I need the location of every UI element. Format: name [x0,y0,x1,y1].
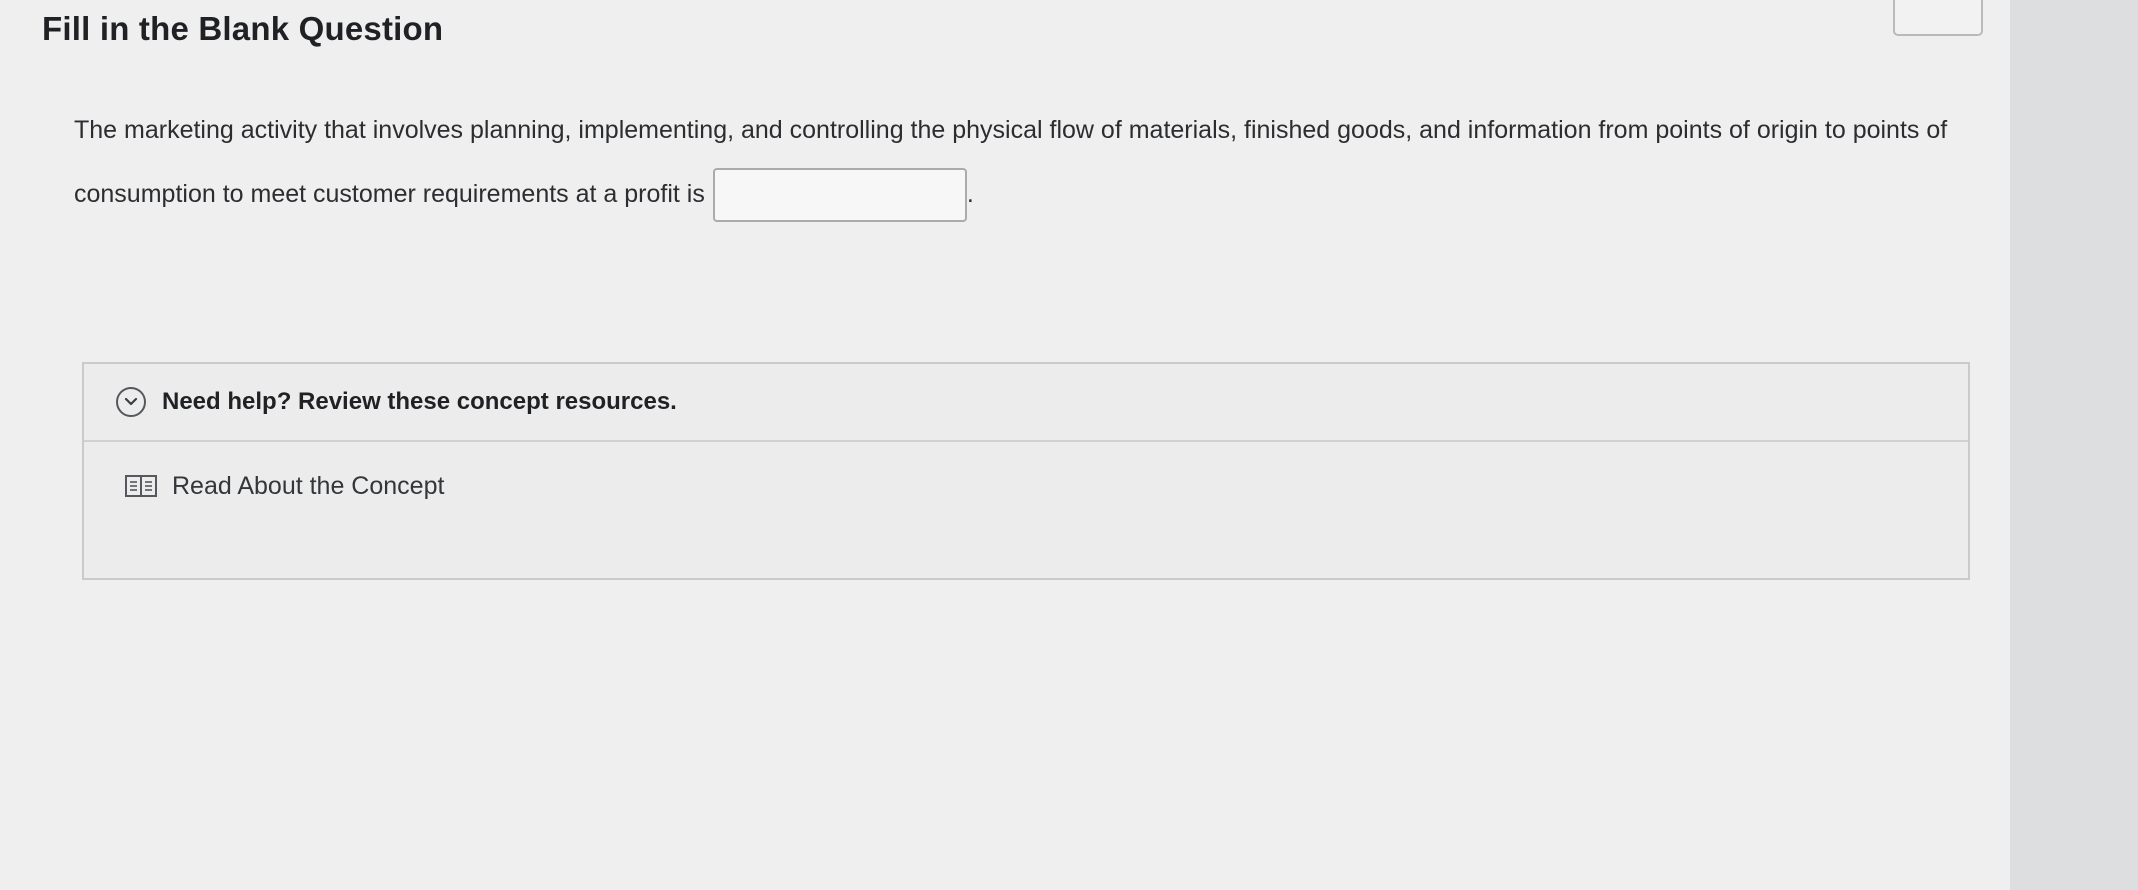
chevron-down-circle-icon [116,387,146,417]
concept-resources-panel: Need help? Review these concept resource… [82,362,1970,580]
concept-resources-toggle[interactable]: Need help? Review these concept resource… [84,364,1968,442]
right-gutter [2010,0,2138,890]
question-trailing-punctuation: . [966,180,974,208]
page-title: Fill in the Blank Question [42,10,444,47]
concept-resources-title: Need help? Review these concept resource… [162,388,677,415]
question-text: The marketing activity that involves pla… [74,116,1948,208]
question-prompt: The marketing activity that involves pla… [74,98,1974,226]
read-about-concept-label: Read About the Concept [172,471,445,500]
book-icon [124,473,158,499]
question-page: Fill in the Blank Question The marketing… [0,0,2010,890]
read-about-concept-link[interactable]: Read About the Concept [84,442,1968,530]
blank-answer-input[interactable] [712,168,967,223]
corner-button[interactable] [1893,0,1983,36]
